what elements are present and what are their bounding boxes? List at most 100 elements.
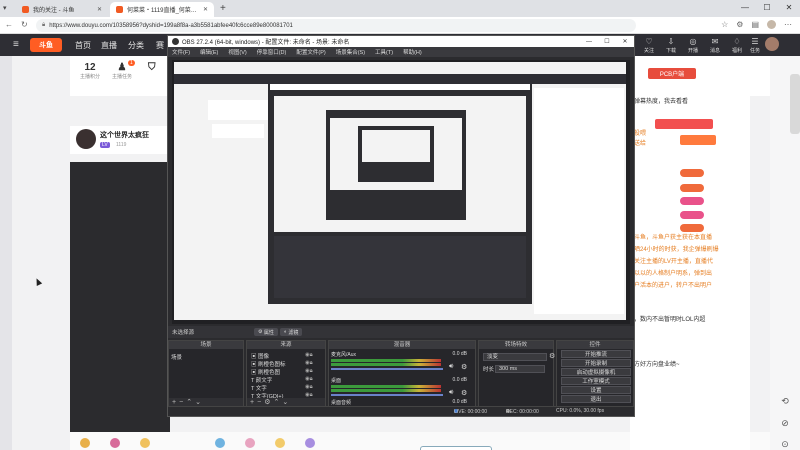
speaker-icon[interactable]: 🔊︎ xyxy=(449,389,453,397)
nav-broadcast[interactable]: ◎ 开播 xyxy=(682,36,704,54)
dock-title: 场景 xyxy=(169,341,243,349)
gift-icon[interactable] xyxy=(80,438,90,448)
controls-dock: 控件 开始推流 开始录制 启动虚拟摄像机 工作室模式 设置 退出 xyxy=(556,340,634,408)
virtual-camera-button[interactable]: 启动虚拟摄像机 xyxy=(561,368,631,376)
refresh-icon[interactable]: ↻ xyxy=(21,20,28,29)
obs-preview[interactable] xyxy=(172,60,630,324)
menu-scene-collection[interactable]: 场景集合(S) xyxy=(336,48,365,56)
gift-icon[interactable] xyxy=(275,438,285,448)
up-icon[interactable]: ⌃ xyxy=(186,399,195,406)
scene-item[interactable]: 场景 xyxy=(171,353,182,361)
menu-file[interactable]: 文件(F) xyxy=(172,48,190,56)
gear-icon[interactable]: ⚙ xyxy=(549,352,555,360)
tab-list-icon[interactable]: ▾ xyxy=(3,4,7,12)
maximize-icon[interactable]: ☐ xyxy=(598,36,616,47)
more-icon[interactable]: ⋯ xyxy=(784,20,792,29)
video-player[interactable] xyxy=(70,162,170,432)
douyu-logo[interactable]: 斗鱼 xyxy=(30,38,62,52)
menu-edit[interactable]: 编辑(E) xyxy=(200,48,218,56)
source-item[interactable]: ▣ 刷橙色图标 ◉🔒︎ xyxy=(251,360,313,368)
filters-button[interactable]: ◐ 滤镜 xyxy=(280,328,303,336)
nav-messages[interactable]: ✉ 消息 xyxy=(704,36,726,54)
source-item[interactable]: ▣ 图像 ◉🔒︎ xyxy=(251,352,313,360)
shield-stat[interactable]: ⛉ xyxy=(148,62,156,73)
duration-input[interactable]: 300 ms xyxy=(495,365,545,373)
gift-icon[interactable] xyxy=(215,438,225,448)
menu-profile[interactable]: 配置文件(P) xyxy=(296,48,325,56)
close-icon[interactable]: ✕ xyxy=(203,6,208,13)
collections-icon[interactable]: ▤ xyxy=(751,20,759,29)
close-icon[interactable]: ✕ xyxy=(97,6,102,13)
page-scrollbar[interactable] xyxy=(790,74,800,134)
anchor-points[interactable]: 12 主播积分 xyxy=(80,62,100,80)
start-streaming-button[interactable]: 开始推流 xyxy=(561,350,631,358)
nav-esports[interactable]: 赛 xyxy=(156,40,164,51)
start-recording-button[interactable]: 开始录制 xyxy=(561,359,631,367)
settings-icon[interactable]: ⊙ xyxy=(778,439,792,450)
streamer-name[interactable]: 这个世界太疯狂 xyxy=(100,130,149,140)
settings-button[interactable]: 设置 xyxy=(561,386,631,394)
url-field[interactable]: 🔒︎ https://www.douyu.com/10358956?dyshid… xyxy=(36,19,636,32)
up-icon[interactable]: ⌃ xyxy=(273,399,282,406)
source-item[interactable]: ▣ 刷橙色图 ◉🔒︎ xyxy=(251,368,313,376)
chat-line: 斗鱼，斗鱼户获主获在本直播 xyxy=(634,235,713,241)
eye-icon[interactable]: ◉🔒︎ xyxy=(305,368,313,375)
star-icon[interactable]: ☆ xyxy=(721,20,728,29)
nav-home[interactable]: 首页 xyxy=(75,40,91,51)
eye-icon[interactable]: ◉🔒︎ xyxy=(305,360,313,367)
gear-icon[interactable]: ⚙ xyxy=(461,389,467,397)
back-icon[interactable]: ← xyxy=(5,20,13,29)
gift-icon[interactable] xyxy=(245,438,255,448)
speaker-icon[interactable]: 🔊︎ xyxy=(449,363,453,371)
minimize-icon[interactable]: — xyxy=(580,36,598,47)
menu-icon[interactable]: ≡ xyxy=(13,39,19,50)
browser-tab-follow[interactable]: 我的关注 - 斗鱼 ✕ xyxy=(16,2,108,17)
streamer-avatar[interactable] xyxy=(76,129,96,149)
source-item[interactable]: T 颜文字 ◉🔒︎ xyxy=(251,376,313,384)
nav-download[interactable]: ⇩ 下载 xyxy=(660,36,682,54)
gear-icon[interactable]: ⚙ xyxy=(461,363,467,371)
source-item[interactable]: T 文字 ◉🔒︎ xyxy=(251,384,313,392)
volume-slider[interactable] xyxy=(331,368,443,370)
close-icon[interactable]: ✕ xyxy=(616,36,634,47)
menu-docks[interactable]: 停靠窗口(D) xyxy=(257,48,287,56)
extensions-icon[interactable]: ⚙ xyxy=(736,20,743,29)
menu-tools[interactable]: 工具(T) xyxy=(375,48,393,56)
menu-help[interactable]: 帮助(H) xyxy=(403,48,422,56)
action-button[interactable] xyxy=(680,135,716,145)
minimize-icon[interactable]: — xyxy=(734,0,756,15)
eye-icon[interactable]: ◉🔒︎ xyxy=(305,384,313,391)
eye-icon[interactable]: ◉🔒︎ xyxy=(305,352,313,359)
nav-tasks[interactable]: ☰ 任务 xyxy=(744,36,766,54)
new-tab-icon[interactable]: + xyxy=(220,3,226,14)
profile-avatar[interactable] xyxy=(767,20,776,29)
gift-icon[interactable] xyxy=(305,438,315,448)
history-icon[interactable]: ⟲ xyxy=(778,396,792,407)
nav-category[interactable]: 分类 xyxy=(128,40,144,51)
feedback-icon[interactable]: ⊘ xyxy=(778,418,792,429)
properties-button[interactable]: ⚙ 属性 xyxy=(254,328,278,336)
chat-input-area[interactable] xyxy=(420,446,492,450)
channel-db: 0.0 dB xyxy=(452,351,467,357)
streamer-card: 这个世界太疯狂 LV 1119 xyxy=(70,126,168,154)
nav-live[interactable]: 直播 xyxy=(101,40,117,51)
chat-line: 以以的人格制户明系，弹到出 xyxy=(634,271,713,277)
gift-icon[interactable] xyxy=(110,438,120,448)
maximize-icon[interactable]: ☐ xyxy=(756,0,778,15)
volume-slider[interactable] xyxy=(331,394,443,396)
captured-streamer xyxy=(212,124,264,138)
studio-mode-button[interactable]: 工作室模式 xyxy=(561,377,631,385)
close-icon[interactable]: ✕ xyxy=(778,0,800,15)
browser-tab-live[interactable]: 何菜菜・1119直播_何菜菜・1119… ✕ xyxy=(110,2,214,17)
eye-icon[interactable]: ◉🔒︎ xyxy=(305,376,313,383)
pcb-client-button[interactable]: PCB户端 xyxy=(648,68,696,79)
gift-icon[interactable] xyxy=(140,438,150,448)
transition-select[interactable]: 淡变 xyxy=(483,353,547,361)
down-icon[interactable]: ⌄ xyxy=(282,399,291,406)
follow-button[interactable] xyxy=(655,119,713,129)
down-icon[interactable]: ⌄ xyxy=(195,399,204,406)
user-avatar[interactable] xyxy=(765,37,779,51)
exit-button[interactable]: 退出 xyxy=(561,395,631,403)
menu-view[interactable]: 视图(V) xyxy=(228,48,246,56)
nav-follow[interactable]: ♡ 关注 xyxy=(638,36,660,54)
